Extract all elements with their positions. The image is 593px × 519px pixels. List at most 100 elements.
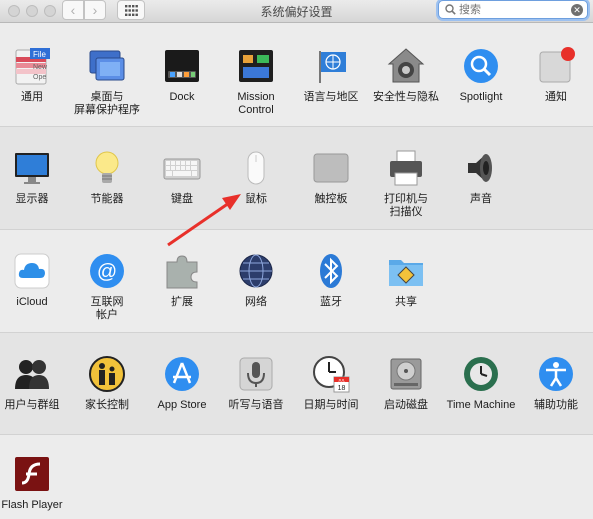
preferences-section-other: Flash Player [0, 435, 593, 519]
pref-sharing[interactable]: 共享 [369, 252, 443, 309]
pref-label: Time Machine [446, 399, 516, 411]
language-region-icon [312, 47, 350, 85]
spotlight-icon [462, 47, 500, 85]
pref-app-store[interactable]: App Store [145, 355, 219, 412]
pref-sound[interactable]: 声音 [444, 149, 518, 206]
pref-mission-control[interactable]: Mission Control [219, 47, 293, 117]
pref-label: 通用 [21, 91, 43, 103]
pref-label: App Store [157, 399, 207, 411]
pref-label: 键盘 [171, 193, 193, 205]
preferences-section-system: 用户与群组 家长控制 App Store 听写与语音 JUL 18 日期与时间 … [0, 333, 593, 435]
pref-label: 互联网 帐户 [90, 296, 124, 321]
pref-security-privacy[interactable]: 安全性与隐私 [369, 47, 443, 104]
pref-label: 显示器 [15, 193, 49, 205]
accessibility-icon [537, 355, 575, 393]
parental-controls-icon [88, 355, 126, 393]
security-privacy-icon [387, 47, 425, 85]
pref-desktop-screensaver[interactable]: 桌面与 屏幕保护程序 [70, 47, 144, 117]
icloud-icon [13, 252, 51, 290]
pref-extensions[interactable]: 扩展 [145, 252, 219, 309]
dictation-speech-icon [237, 355, 275, 393]
keyboard-icon [163, 149, 201, 187]
pref-trackpad[interactable]: 触控板 [294, 149, 368, 206]
pref-accessibility[interactable]: 辅助功能 [519, 355, 593, 412]
time-machine-icon [462, 355, 500, 393]
sharing-icon [387, 252, 425, 290]
startup-disk-icon [387, 355, 425, 393]
svg-text:@: @ [97, 261, 117, 283]
pref-bluetooth[interactable]: 蓝牙 [294, 252, 368, 309]
calendar-day-text: 18 [338, 385, 346, 392]
search-input[interactable] [459, 2, 559, 17]
file-new-text: New [33, 64, 48, 71]
users-groups-icon [13, 355, 51, 393]
pref-label: 语言与地区 [303, 91, 359, 103]
clear-search-button[interactable]: ✕ [571, 4, 583, 16]
pref-label: 打印机与 扫描仪 [384, 193, 428, 218]
pref-internet-accounts[interactable]: @ 互联网 帐户 [70, 252, 144, 322]
network-icon [237, 252, 275, 290]
pref-label: 声音 [470, 193, 492, 205]
pref-startup-disk[interactable]: 启动磁盘 [369, 355, 443, 412]
pref-label: 触控板 [314, 193, 348, 205]
sound-icon [462, 149, 500, 187]
pref-network[interactable]: 网络 [219, 252, 293, 309]
pref-time-machine[interactable]: Time Machine [444, 355, 518, 412]
pref-icloud[interactable]: iCloud [0, 252, 69, 309]
pref-label: Flash Player [1, 499, 63, 511]
printers-scanners-icon [387, 149, 425, 187]
pref-label: 扩展 [171, 296, 193, 308]
trackpad-icon [312, 149, 350, 187]
pref-label: iCloud [16, 296, 48, 308]
pref-label: 用户与群组 [4, 399, 60, 411]
file-ope-text: Ope [33, 74, 46, 81]
pref-date-time[interactable]: JUL 18 日期与时间 [294, 355, 368, 412]
pref-general[interactable]: File New Ope 通用 [0, 47, 69, 104]
pref-label: 桌面与 屏幕保护程序 [74, 91, 140, 116]
title-bar: ‹ › 系统偏好设置 ✕ [0, 0, 593, 23]
preferences-section-internet: iCloud @ 互联网 帐户 扩展 网络 蓝牙 共享 [0, 230, 593, 333]
flash-player-icon [13, 455, 51, 493]
mouse-icon [237, 149, 275, 187]
pref-label: 通知 [545, 91, 567, 103]
mission-control-icon [237, 47, 275, 85]
pref-label: Dock [169, 91, 195, 103]
pref-dock[interactable]: Dock [145, 47, 219, 104]
pref-label: 日期与时间 [303, 399, 359, 411]
pref-mouse[interactable]: 鼠标 [219, 149, 293, 206]
preferences-section-hardware: 显示器 节能器 键盘 鼠标 触控板 打印机与 扫描仪 声音 [0, 127, 593, 230]
search-field[interactable]: ✕ [438, 0, 588, 19]
pref-label: 安全性与隐私 [373, 91, 439, 103]
pref-users-groups[interactable]: 用户与群组 [0, 355, 69, 412]
pref-label: 节能器 [90, 193, 124, 205]
pref-displays[interactable]: 显示器 [0, 149, 69, 206]
desktop-screensaver-icon [88, 47, 126, 85]
date-time-icon: JUL 18 [312, 355, 350, 393]
pref-label: 鼠标 [245, 193, 267, 205]
notifications-icon [537, 47, 575, 85]
pref-label: 听写与语音 [228, 399, 284, 411]
pref-label: 家长控制 [85, 399, 129, 411]
calendar-month-text: JUL [338, 378, 346, 383]
file-badge-text: File [33, 50, 46, 59]
pref-dictation-speech[interactable]: 听写与语音 [219, 355, 293, 412]
pref-language-region[interactable]: 语言与地区 [294, 47, 368, 104]
pref-spotlight[interactable]: Spotlight [444, 47, 518, 104]
pref-keyboard[interactable]: 键盘 [145, 149, 219, 206]
pref-parental-controls[interactable]: 家长控制 [70, 355, 144, 412]
pref-printers-scanners[interactable]: 打印机与 扫描仪 [369, 149, 443, 219]
displays-icon [13, 149, 51, 187]
pref-energy-saver[interactable]: 节能器 [70, 149, 144, 206]
pref-label: 辅助功能 [534, 399, 578, 411]
pref-label: 启动磁盘 [384, 399, 428, 411]
dock-icon [163, 47, 201, 85]
search-icon [445, 4, 456, 15]
pref-label: Spotlight [459, 91, 503, 103]
pref-notifications[interactable]: 通知 [519, 47, 593, 104]
pref-label: 共享 [395, 296, 417, 308]
extensions-icon [163, 252, 201, 290]
pref-label: Mission Control [237, 91, 275, 116]
energy-saver-icon [88, 149, 126, 187]
pref-label: 蓝牙 [320, 296, 342, 308]
pref-flash-player[interactable]: Flash Player [0, 455, 69, 512]
